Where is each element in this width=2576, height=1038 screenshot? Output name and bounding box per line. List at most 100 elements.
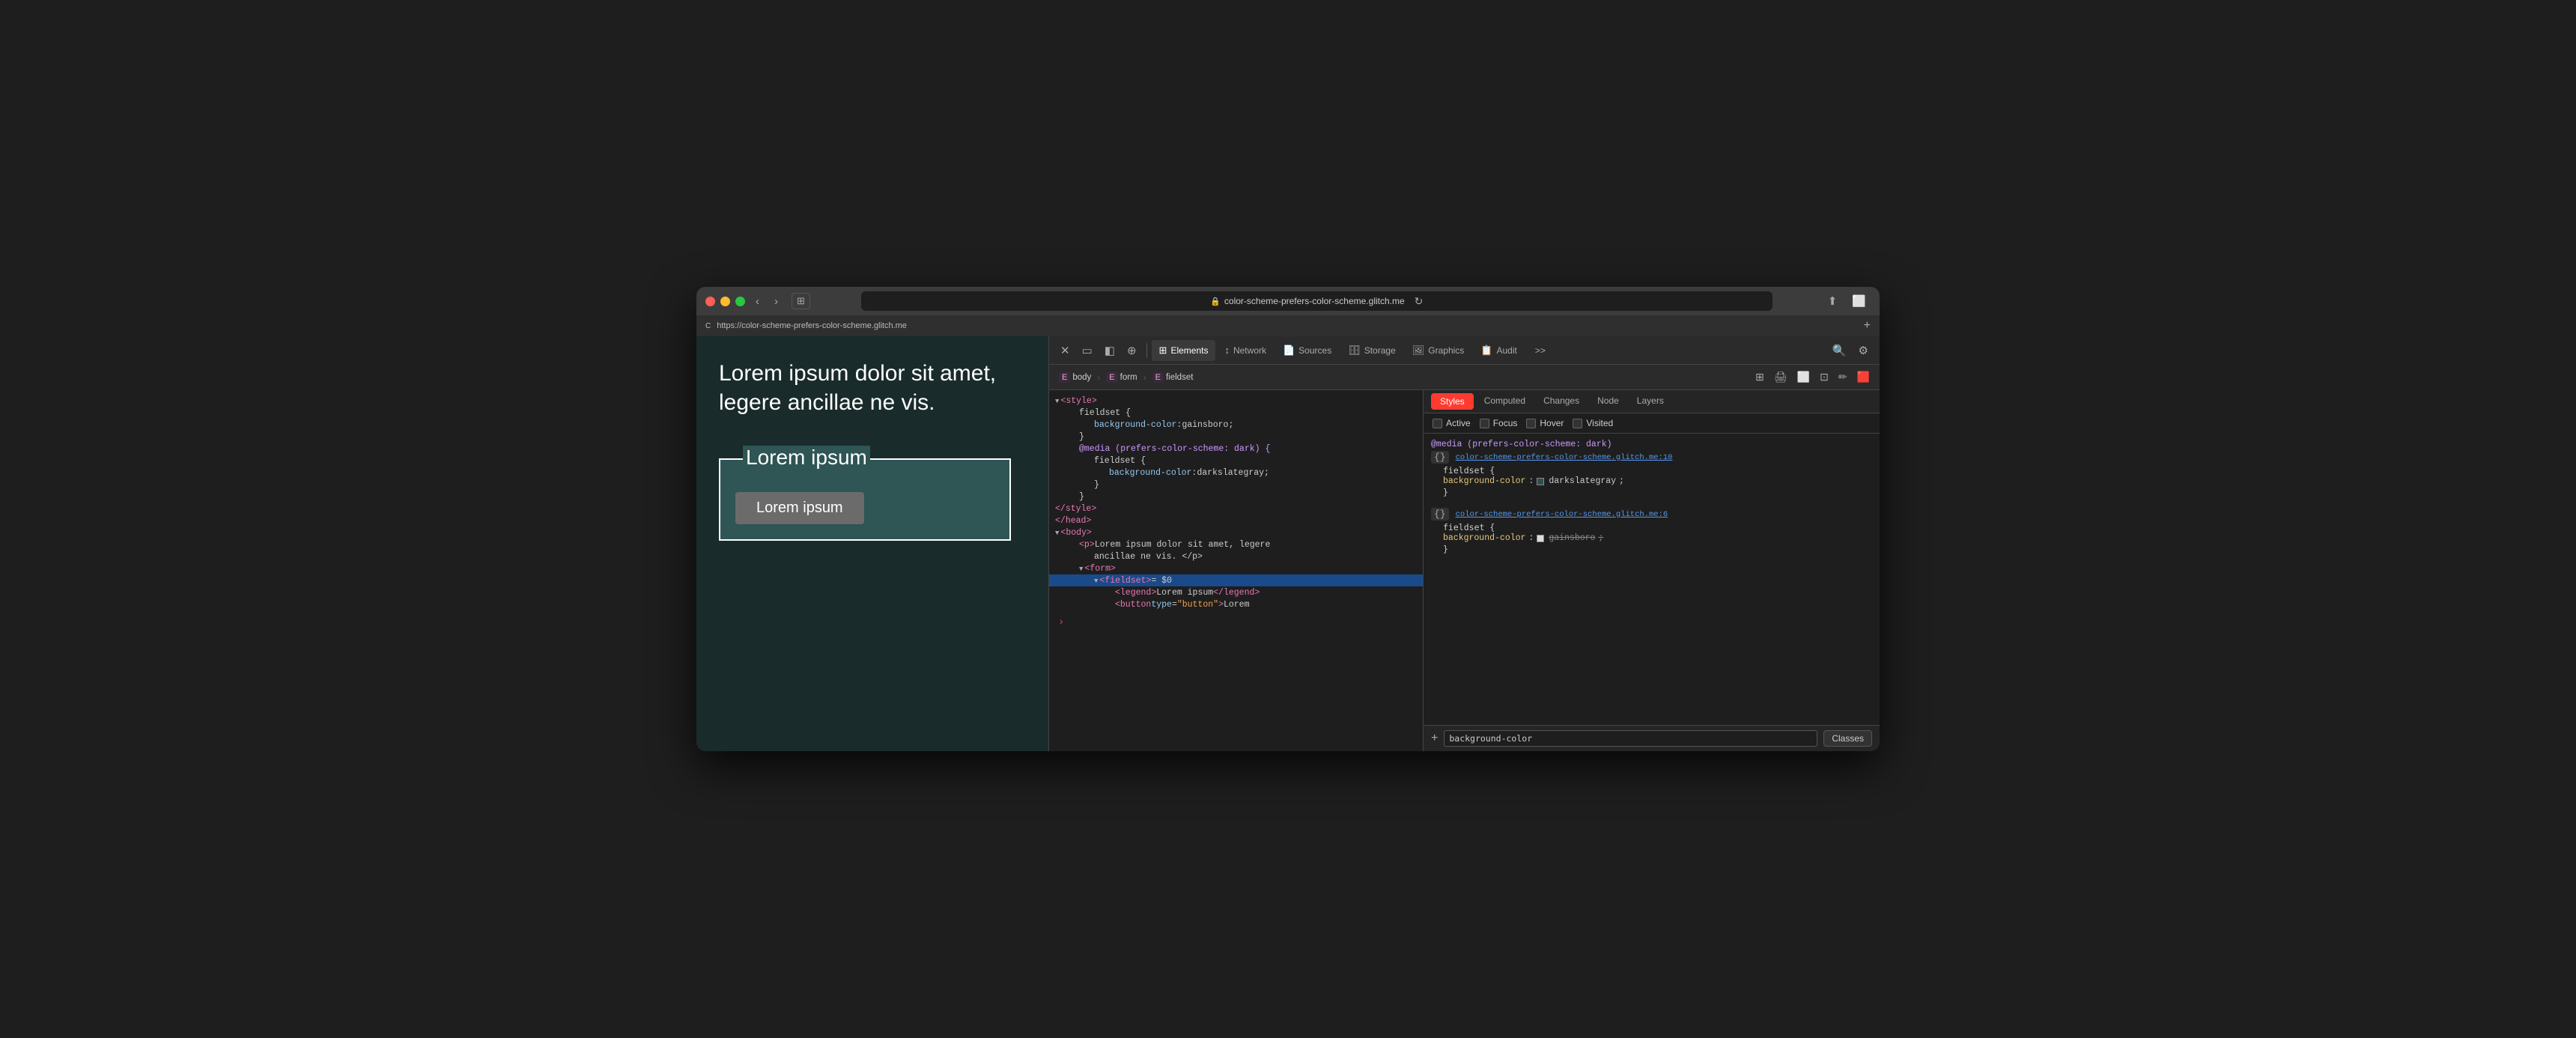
el-form-open[interactable]: ▼ <form> bbox=[1049, 562, 1423, 574]
tab-bar: C https://color-scheme-prefers-color-sch… bbox=[696, 315, 1880, 336]
sources-icon: 📄 bbox=[1283, 345, 1295, 356]
classes-button[interactable]: Classes bbox=[1823, 730, 1872, 747]
swatch-gainsboro[interactable] bbox=[1537, 535, 1544, 542]
forward-button[interactable]: › bbox=[770, 294, 783, 309]
breadcrumb-form[interactable]: E form bbox=[1102, 371, 1140, 384]
bc-sep2: › bbox=[1143, 372, 1146, 383]
rule1-source-link[interactable]: color-scheme-prefers-color-scheme.glitch… bbox=[1456, 453, 1673, 462]
bc-tool-viewport[interactable]: ⬜ bbox=[1793, 368, 1814, 386]
close-button[interactable] bbox=[705, 297, 715, 306]
rule1-prop-bg: background-color : darkslategray ; bbox=[1431, 476, 1872, 487]
rule2-prop-bg: background-color : gainsboro ; bbox=[1431, 532, 1872, 544]
el-button[interactable]: <button type="button" > Lorem bbox=[1049, 598, 1423, 610]
dock-left-button[interactable]: ◧ bbox=[1099, 341, 1120, 360]
styles-content[interactable]: @media (prefers-color-scheme: dark) {} c… bbox=[1424, 434, 1880, 725]
bc-tool-color[interactable]: 🟥 bbox=[1853, 368, 1874, 386]
val-darkslategray: darkslategray bbox=[1549, 476, 1616, 486]
tab-node[interactable]: Node bbox=[1588, 390, 1628, 413]
el-brace1[interactable]: } bbox=[1049, 431, 1423, 443]
browser-window: ‹ › ⊞ 🔒 color-scheme-prefers-color-schem… bbox=[696, 287, 1880, 751]
storage-icon: 🗄 bbox=[1348, 345, 1361, 356]
sidebar-toggle-button[interactable]: ⊞ bbox=[792, 293, 810, 309]
swatch-darkslategray[interactable] bbox=[1537, 478, 1544, 485]
tab-changes[interactable]: Changes bbox=[1534, 390, 1588, 413]
tab-sources[interactable]: 📄 Sources bbox=[1275, 340, 1339, 361]
prop-bg-color-1[interactable]: background-color bbox=[1443, 476, 1525, 486]
hover-checkbox[interactable] bbox=[1526, 419, 1536, 428]
tab-styles[interactable]: Styles bbox=[1431, 393, 1474, 410]
reload-button[interactable]: ↻ bbox=[1415, 295, 1424, 308]
expand-fieldset[interactable]: ▼ bbox=[1094, 577, 1098, 585]
add-rule-button[interactable]: + bbox=[1431, 732, 1438, 745]
fieldset-button[interactable]: Lorem ipsum bbox=[735, 492, 864, 524]
breadcrumb-fieldset[interactable]: E fieldset bbox=[1149, 371, 1197, 384]
pseudo-active[interactable]: Active bbox=[1433, 418, 1471, 428]
focus-checkbox[interactable] bbox=[1480, 419, 1489, 428]
el-brace3[interactable]: } bbox=[1049, 491, 1423, 503]
rule2-source-link[interactable]: color-scheme-prefers-color-scheme.glitch… bbox=[1456, 510, 1668, 519]
style-rule-base: {} color-scheme-prefers-color-scheme.gli… bbox=[1431, 508, 1872, 554]
el-media-text: @media (prefers-color-scheme: dark) { bbox=[1079, 444, 1270, 454]
bc-tool-print[interactable]: 🖨 bbox=[1770, 368, 1791, 386]
tab-audit[interactable]: 📋 Audit bbox=[1473, 340, 1525, 361]
el-brace2[interactable]: } bbox=[1049, 479, 1423, 491]
tab-elements[interactable]: ⊞ Elements bbox=[1152, 340, 1216, 361]
share-button[interactable]: ⬆ bbox=[1823, 293, 1842, 309]
filter-input[interactable] bbox=[1444, 730, 1817, 747]
tab-more[interactable]: >> bbox=[1528, 341, 1553, 360]
tab-layers[interactable]: Layers bbox=[1628, 390, 1673, 413]
devtools-close-button[interactable]: ✕ bbox=[1055, 341, 1075, 360]
el-style-open[interactable]: ▼ <style> bbox=[1049, 395, 1423, 407]
expand-style[interactable]: ▼ bbox=[1055, 398, 1059, 405]
bc-tool-grid[interactable]: ⊞ bbox=[1752, 368, 1768, 386]
title-bar: ‹ › ⊞ 🔒 color-scheme-prefers-color-schem… bbox=[696, 287, 1880, 315]
dock-bottom-button[interactable]: ▭ bbox=[1077, 341, 1098, 360]
el-fieldset-selector[interactable]: fieldset { bbox=[1049, 407, 1423, 419]
el-head-close[interactable]: </head> bbox=[1049, 515, 1423, 526]
url-display-text: color-scheme-prefers-color-scheme.glitch… bbox=[1224, 296, 1405, 306]
expand-body[interactable]: ▼ bbox=[1055, 529, 1059, 537]
console-prompt[interactable]: › bbox=[1049, 610, 1423, 634]
active-label: Active bbox=[1446, 418, 1471, 428]
expand-form[interactable]: ▼ bbox=[1079, 565, 1083, 573]
el-bg-darkslate[interactable]: background-color: darkslategray; bbox=[1049, 467, 1423, 479]
bc-sep1: › bbox=[1097, 372, 1100, 383]
settings-button[interactable]: ⚙ bbox=[1853, 341, 1874, 360]
bc-tool-pencil[interactable]: ✏ bbox=[1835, 368, 1851, 386]
tab-graphics[interactable]: 🖼 Graphics bbox=[1405, 340, 1472, 361]
el-fieldset-selected[interactable]: ▼ <fieldset> = $0 bbox=[1049, 574, 1423, 586]
new-tab-button[interactable]: ⬜ bbox=[1847, 293, 1871, 309]
tab-computed[interactable]: Computed bbox=[1475, 390, 1534, 413]
visited-checkbox[interactable] bbox=[1573, 419, 1582, 428]
pseudo-visited[interactable]: Visited bbox=[1573, 418, 1613, 428]
el-media-rule[interactable]: @media (prefers-color-scheme: dark) { bbox=[1049, 443, 1423, 455]
active-checkbox[interactable] bbox=[1433, 419, 1442, 428]
minimize-button[interactable] bbox=[720, 297, 730, 306]
el-p-text[interactable]: <p> Lorem ipsum dolor sit amet, legere bbox=[1049, 538, 1423, 550]
webpage-main-text: Lorem ipsum dolor sit amet,legere ancill… bbox=[719, 359, 1026, 417]
el-body-open[interactable]: ▼ <body> bbox=[1049, 526, 1423, 538]
tab-storage[interactable]: 🗄 Storage bbox=[1340, 340, 1403, 361]
prop-bg-color-2[interactable]: background-color bbox=[1443, 533, 1525, 543]
el-brace2-text: } bbox=[1094, 480, 1099, 490]
back-button[interactable]: ‹ bbox=[751, 294, 764, 309]
json-icon-2[interactable]: {} bbox=[1431, 508, 1449, 520]
el-bg-gainsboro[interactable]: background-color: gainsboro; bbox=[1049, 419, 1423, 431]
tab-network[interactable]: ↕ Network bbox=[1217, 340, 1274, 360]
bc-tool-grid2[interactable]: ⊡ bbox=[1816, 368, 1832, 386]
el-style-close[interactable]: </style> bbox=[1049, 503, 1423, 515]
inspector-button[interactable]: ⊕ bbox=[1122, 341, 1142, 360]
url-bar[interactable]: 🔒 color-scheme-prefers-color-scheme.glit… bbox=[861, 291, 1772, 311]
search-button[interactable]: 🔍 bbox=[1827, 341, 1852, 360]
pseudo-focus[interactable]: Focus bbox=[1480, 418, 1518, 428]
breadcrumb-body[interactable]: E body bbox=[1055, 371, 1095, 384]
maximize-button[interactable] bbox=[735, 297, 745, 306]
el-legend[interactable]: <legend> Lorem ipsum </legend> bbox=[1049, 586, 1423, 598]
add-tab-button[interactable]: + bbox=[1864, 319, 1871, 333]
json-icon-1[interactable]: {} bbox=[1431, 451, 1449, 464]
el-val-gainsboro: gainsboro bbox=[1182, 420, 1228, 430]
pseudo-hover[interactable]: Hover bbox=[1526, 418, 1564, 428]
elements-panel[interactable]: ▼ <style> fieldset { background-color: g… bbox=[1049, 390, 1424, 751]
el-fieldset2[interactable]: fieldset { bbox=[1049, 455, 1423, 467]
el-p-text2[interactable]: ancillae ne vis. </p> bbox=[1049, 550, 1423, 562]
